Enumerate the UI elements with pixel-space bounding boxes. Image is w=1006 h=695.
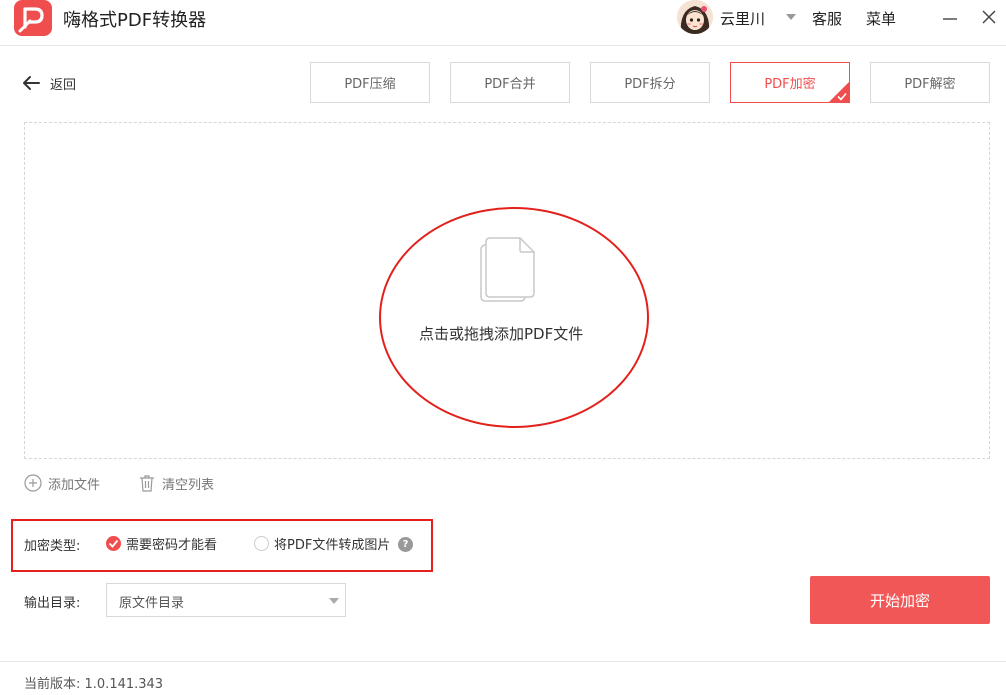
- back-label: 返回: [50, 77, 77, 93]
- radio-label: 将PDF文件转成图片: [274, 537, 391, 553]
- minimize-icon[interactable]: [937, 4, 963, 30]
- tab-pdf-decrypt[interactable]: PDF解密: [870, 62, 990, 103]
- title-bar: 嗨格式PDF转换器 云里川 客服 菜单: [0, 0, 1006, 46]
- tab-label: PDF拆分: [624, 77, 676, 92]
- radio-checked-icon: [106, 535, 121, 551]
- app-logo-icon: [14, 0, 52, 36]
- back-button[interactable]: 返回: [22, 72, 76, 94]
- menu-link[interactable]: 菜单: [866, 8, 896, 29]
- trash-icon: [140, 475, 154, 492]
- start-encrypt-button[interactable]: 开始加密: [810, 576, 990, 624]
- user-name[interactable]: 云里川: [720, 8, 765, 29]
- encryption-type-label: 加密类型:: [24, 539, 81, 554]
- output-dir-label: 输出目录:: [24, 596, 81, 611]
- radio-password-required[interactable]: 需要密码才能看: [106, 534, 218, 553]
- version-text: 当前版本: 1.0.141.343: [24, 677, 164, 692]
- tab-pdf-compress[interactable]: PDF压缩: [310, 62, 430, 103]
- drop-zone-prompt[interactable]: 点击或拖拽添加PDF文件: [419, 323, 583, 344]
- add-file-button[interactable]: 添加文件: [24, 473, 100, 493]
- radio-convert-to-image[interactable]: 将PDF文件转成图片: [254, 534, 391, 553]
- user-dropdown-caret-icon[interactable]: [786, 14, 796, 20]
- add-file-label: 添加文件: [48, 477, 101, 493]
- radio-unchecked-icon: [254, 535, 269, 551]
- output-dir-select[interactable]: 原文件目录: [106, 583, 346, 617]
- clear-list-label: 清空列表: [162, 477, 215, 493]
- file-stack-icon: [478, 235, 538, 309]
- radio-label: 需要密码才能看: [126, 537, 218, 553]
- tab-label: PDF加密: [764, 77, 816, 92]
- tab-label: PDF压缩: [344, 77, 396, 92]
- customer-service-link[interactable]: 客服: [812, 8, 842, 29]
- tab-label: PDF合并: [484, 77, 536, 92]
- tab-pdf-encrypt[interactable]: PDF加密: [730, 62, 850, 103]
- help-icon[interactable]: ?: [398, 537, 413, 552]
- arrow-left-icon: [23, 76, 40, 90]
- clear-list-button[interactable]: 清空列表: [138, 473, 214, 493]
- tab-pdf-merge[interactable]: PDF合并: [450, 62, 570, 103]
- user-avatar[interactable]: [677, 0, 713, 34]
- app-title: 嗨格式PDF转换器: [63, 10, 207, 31]
- add-circle-icon: [24, 474, 42, 492]
- tab-label: PDF解密: [904, 77, 956, 92]
- output-dir-value: 原文件目录: [119, 596, 185, 611]
- close-icon[interactable]: [976, 4, 1002, 30]
- chevron-down-icon: [329, 598, 339, 604]
- check-icon: [837, 92, 847, 101]
- footer-divider: [0, 661, 1006, 662]
- tab-pdf-split[interactable]: PDF拆分: [590, 62, 710, 103]
